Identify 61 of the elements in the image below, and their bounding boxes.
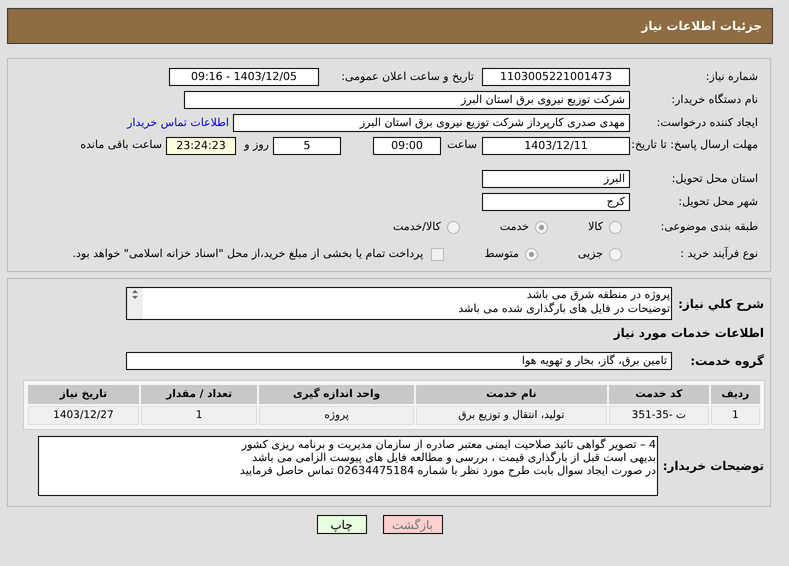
column-header: کد خدمت bbox=[608, 385, 709, 404]
table-cell: ت -35-351 bbox=[608, 406, 709, 425]
radio-label: جزیی bbox=[578, 246, 603, 262]
text-field[interactable]: کرج bbox=[482, 193, 630, 211]
column-header: تاریخ نیاز bbox=[28, 385, 139, 404]
table-cell: تولید، انتقال و توزیع برق bbox=[416, 406, 607, 425]
field-label: تاریخ و ساعت اعلان عمومی: bbox=[340, 68, 474, 85]
column-header: تعداد / مقدار bbox=[140, 385, 258, 404]
column-header: واحد اندازه گیری bbox=[259, 385, 414, 404]
text-field[interactable]: 1103005221001473 bbox=[482, 68, 630, 86]
radio-button[interactable] bbox=[524, 248, 538, 260]
table-cell: 1403/12/27 bbox=[28, 406, 139, 425]
print-button[interactable]: چاپ bbox=[316, 515, 366, 534]
text-field[interactable]: مهدی صدری کارپرداز شرکت توزیع نیروی برق استان البرز bbox=[233, 114, 630, 132]
checkbox[interactable] bbox=[431, 248, 444, 260]
description-text: پروژه در منطقه شرق می باشد توضیحات در فایل های بارگذاری شده می باشد bbox=[457, 288, 671, 317]
radio-button[interactable] bbox=[535, 220, 548, 234]
field-label: نام دستگاه خریدار: bbox=[670, 92, 759, 108]
note-line: در صورت ایجاد سوال بابت طرح مورد نظر با شماره 02634475184 تماس حاصل فرمایید bbox=[238, 464, 656, 477]
radio-label: کالا/خدمت bbox=[393, 218, 441, 235]
section-heading: اطلاعات خدمات مورد نياز bbox=[612, 325, 765, 342]
text-field[interactable]: 1403/12/05 - 09:16 bbox=[169, 68, 319, 86]
radio-button[interactable] bbox=[609, 248, 622, 260]
scroll-arrows-icon bbox=[127, 288, 143, 319]
radio-button[interactable] bbox=[609, 220, 622, 234]
text-field[interactable]: تامین برق، گاز، بخار و تهویه هوا bbox=[126, 352, 672, 370]
text-field[interactable]: البرز bbox=[482, 170, 630, 188]
field-label: ساعت bbox=[446, 137, 477, 153]
field-label: شرح کلي نياز: bbox=[677, 296, 765, 313]
field-label: ایجاد کننده درخواست: bbox=[656, 114, 759, 131]
radio-label: خدمت bbox=[500, 218, 530, 235]
text-field[interactable]: 1403/12/11 bbox=[482, 137, 630, 155]
table-cell: پروژه bbox=[259, 406, 414, 425]
field-label: طبقه بندی موضوعی: bbox=[660, 218, 759, 235]
table-cell: 1 bbox=[710, 406, 760, 425]
field-label: نوع فرآیند خرید : bbox=[679, 246, 759, 262]
field-label: مهلت ارسال پاسخ: تا تاریخ: bbox=[630, 137, 759, 152]
field-label: استان محل تحویل: bbox=[670, 170, 759, 187]
text-field[interactable]: 5 bbox=[273, 137, 341, 155]
contact-link[interactable]: اطلاعات تماس خریدار bbox=[127, 114, 229, 132]
text-field[interactable]: شرکت توزیع نیروی برق استان البرز bbox=[184, 91, 630, 109]
text-field[interactable]: 09:00 bbox=[373, 137, 441, 155]
note-line: 4 – تصویر گواهی تائید صلاحیت ایمنی معتبر صادره از سازمان مدیریت و برنامه ریزی کشور bbox=[240, 438, 656, 451]
field-label: شماره نیاز: bbox=[704, 68, 759, 85]
column-header: نام خدمت bbox=[416, 385, 607, 404]
payment-note: پرداخت تمام یا بخشی از مبلغ خرید،از محل "اسناد خزانه اسلامی" خواهد بود. bbox=[72, 246, 424, 262]
buyer-notes-textarea[interactable] bbox=[38, 436, 658, 496]
field-label: توضیحات خریدار: bbox=[662, 458, 765, 475]
field-label: ساعت باقی مانده bbox=[80, 137, 162, 153]
description-textarea[interactable]: پروژه در منطقه شرق می باشد توضیحات در فایل های بارگذاری شده می باشد bbox=[126, 287, 672, 320]
radio-label: متوسط bbox=[484, 246, 519, 262]
field-label: شهر محل تحویل: bbox=[677, 194, 759, 210]
radio-label: کالا bbox=[588, 218, 603, 235]
text-field[interactable]: 23:24:23 bbox=[166, 137, 236, 155]
field-label: روز و bbox=[242, 137, 269, 153]
column-header: ردیف bbox=[710, 385, 760, 404]
table-cell: 1 bbox=[140, 406, 258, 425]
page-title: جزئیات اطلاعات نیاز bbox=[641, 18, 762, 35]
radio-button[interactable] bbox=[446, 220, 460, 234]
field-label: گروه خدمت: bbox=[689, 353, 765, 370]
note-line: بدیهی است قبل از بارگذاری قیمت ، بررسی و مطالعه فایل های پیوست الزامی می باشد bbox=[251, 451, 656, 464]
